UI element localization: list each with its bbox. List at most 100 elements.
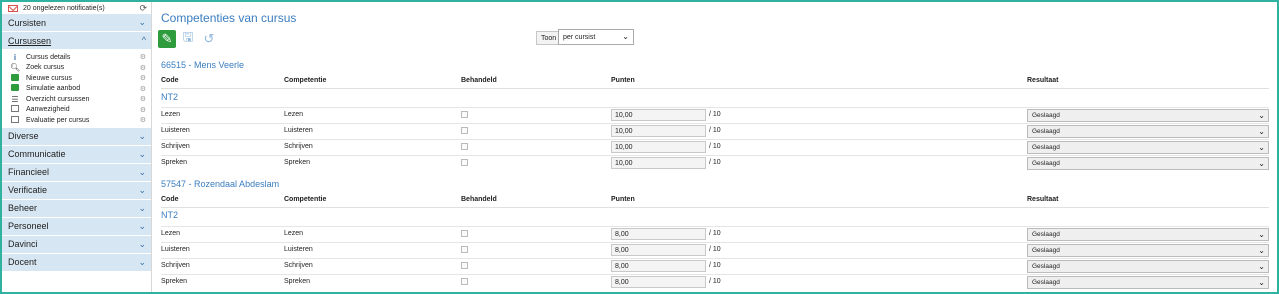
behandeld-checkbox[interactable] bbox=[461, 127, 468, 134]
behandeld-checkbox[interactable] bbox=[461, 111, 468, 118]
sidebar-item-label: Evaluatie per cursus bbox=[26, 116, 90, 124]
sidebar-item-label: Cursus details bbox=[26, 53, 71, 61]
sidebar-item-evaluatie-per-cursus[interactable]: Evaluatie per cursus ⚙ bbox=[2, 115, 151, 126]
sidebar-item-cursus-details[interactable]: i Cursus details ⚙ bbox=[2, 52, 151, 63]
punten-input[interactable]: 8,00 bbox=[611, 260, 706, 272]
gear-icon[interactable]: ⚙ bbox=[140, 53, 146, 61]
sidebar-item-overzicht-cursussen[interactable]: ☰ Overzicht cursussen ⚙ bbox=[2, 94, 151, 105]
grid-icon bbox=[10, 105, 20, 114]
behandeld-checkbox[interactable] bbox=[461, 262, 468, 269]
chevron-down-icon: ⌄ bbox=[1258, 127, 1265, 136]
chevron-down-icon: ⌄ bbox=[138, 130, 146, 141]
sidebar-section-cursussen[interactable]: Cursussen ^ bbox=[2, 32, 151, 50]
student-title[interactable]: 66515 - Mens Veerle bbox=[161, 60, 244, 70]
toon-select[interactable]: per cursist ⌄ bbox=[558, 29, 634, 45]
pencil-icon: ✎ bbox=[161, 31, 173, 46]
undo-button[interactable]: ↺ bbox=[200, 30, 218, 48]
punten-max: / 10 bbox=[709, 278, 721, 285]
punten-input[interactable]: 8,00 bbox=[611, 244, 706, 256]
punten-input[interactable]: 8,00 bbox=[611, 228, 706, 240]
header-code: Code bbox=[161, 196, 179, 203]
refresh-icon[interactable]: ⟳ bbox=[139, 3, 147, 14]
floppy-disk-icon: 🖫 bbox=[182, 29, 194, 44]
resultaat-select[interactable]: Geslaagd ⌄ bbox=[1027, 260, 1269, 273]
chevron-down-icon: ⌄ bbox=[138, 256, 146, 267]
header-punten: Punten bbox=[611, 77, 635, 84]
behandeld-checkbox[interactable] bbox=[461, 230, 468, 237]
cell-code: Spreken bbox=[161, 159, 188, 166]
punten-input[interactable]: 10,00 bbox=[611, 125, 706, 137]
gear-icon[interactable]: ⚙ bbox=[140, 106, 146, 114]
punten-input[interactable]: 10,00 bbox=[611, 109, 706, 121]
punten-input[interactable]: 10,00 bbox=[611, 141, 706, 153]
resultaat-select[interactable]: Geslaagd ⌄ bbox=[1027, 157, 1269, 170]
sidebar-item-label: Nieuwe cursus bbox=[26, 74, 72, 82]
save-button[interactable]: 🖫 bbox=[179, 29, 197, 48]
chevron-down-icon: ⌄ bbox=[138, 166, 146, 177]
resultaat-select[interactable]: Geslaagd ⌄ bbox=[1027, 276, 1269, 289]
cell-competentie: Spreken bbox=[284, 159, 311, 166]
sidebar-section-communicatie[interactable]: Communicatie ⌄ bbox=[2, 145, 151, 164]
mail-icon bbox=[8, 4, 18, 12]
resultaat-select[interactable]: Geslaagd ⌄ bbox=[1027, 141, 1269, 154]
sidebar-section-verificatie[interactable]: Verificatie ⌄ bbox=[2, 181, 151, 200]
behandeld-checkbox[interactable] bbox=[461, 159, 468, 166]
undo-icon: ↺ bbox=[203, 31, 215, 46]
edit-button[interactable]: ✎ bbox=[158, 30, 176, 48]
sidebar-section-label: Financieel bbox=[8, 167, 50, 177]
sidebar-item-zoek-cursus[interactable]: 🔍︎ Zoek cursus ⚙ bbox=[2, 63, 151, 74]
punten-max: / 10 bbox=[709, 262, 721, 269]
list-icon: ☰ bbox=[11, 94, 19, 104]
table-header: Code Competentie Behandeld Punten Result… bbox=[161, 77, 1269, 87]
punten-input[interactable]: 8,00 bbox=[611, 276, 706, 288]
cell-competentie: Lezen bbox=[284, 111, 304, 118]
punten-max: / 10 bbox=[709, 111, 721, 118]
behandeld-checkbox[interactable] bbox=[461, 246, 468, 253]
sidebar-section-label: Cursisten bbox=[8, 17, 47, 28]
gear-icon[interactable]: ⚙ bbox=[140, 85, 146, 93]
student-title[interactable]: 57547 - Rozendaal Abdeslam bbox=[161, 179, 279, 189]
resultaat-select[interactable]: Geslaagd ⌄ bbox=[1027, 244, 1269, 257]
notification-bar[interactable]: 20 ongelezen notificatie(s) ⟳ bbox=[2, 2, 151, 14]
sidebar-section-davinci[interactable]: Davinci ⌄ bbox=[2, 235, 151, 254]
sidebar-item-nieuwe-cursus[interactable]: Nieuwe cursus ⚙ bbox=[2, 73, 151, 84]
table-row: Schrijven Schrijven 10,00 / 10 Geslaagd ⌄ bbox=[161, 139, 1269, 154]
sidebar-section-label: Communicatie bbox=[8, 149, 66, 159]
sidebar-section-diverse[interactable]: Diverse ⌄ bbox=[2, 127, 151, 146]
behandeld-checkbox[interactable] bbox=[461, 278, 468, 285]
behandeld-checkbox[interactable] bbox=[461, 143, 468, 150]
course-code: NT2 bbox=[161, 92, 179, 102]
add-icon bbox=[10, 73, 20, 83]
sidebar-section-personeel[interactable]: Personeel ⌄ bbox=[2, 217, 151, 236]
cell-code: Lezen bbox=[161, 230, 181, 237]
page-title: Competenties van cursus bbox=[161, 11, 297, 25]
notification-text[interactable]: 20 ongelezen notificatie(s) bbox=[23, 5, 105, 12]
resultaat-select[interactable]: Geslaagd ⌄ bbox=[1027, 109, 1269, 122]
resultaat-select[interactable]: Geslaagd ⌄ bbox=[1027, 125, 1269, 138]
cell-code: Luisteren bbox=[161, 127, 190, 134]
cell-competentie: Schrijven bbox=[284, 143, 313, 150]
sidebar-item-aanwezigheid[interactable]: Aanwezigheid ⚙ bbox=[2, 105, 151, 116]
header-resultaat: Resultaat bbox=[1027, 196, 1059, 203]
gear-icon[interactable]: ⚙ bbox=[140, 95, 146, 103]
sidebar-item-simulatie-aanbod[interactable]: Simulatie aanbod ⚙ bbox=[2, 84, 151, 95]
resultaat-select[interactable]: Geslaagd ⌄ bbox=[1027, 228, 1269, 241]
cell-competentie: Lezen bbox=[284, 230, 304, 237]
sidebar-section-financieel[interactable]: Financieel ⌄ bbox=[2, 163, 151, 182]
toon-select-value: per cursist bbox=[563, 33, 596, 41]
gear-icon[interactable]: ⚙ bbox=[140, 64, 146, 72]
punten-max: / 10 bbox=[709, 230, 721, 237]
resultaat-value: Geslaagd bbox=[1032, 263, 1060, 270]
header-behandeld: Behandeld bbox=[461, 196, 497, 203]
chevron-down-icon: ⌄ bbox=[138, 148, 146, 159]
sidebar-section-label: Davinci bbox=[8, 239, 38, 249]
sidebar-section-cursisten[interactable]: Cursisten ⌄ bbox=[2, 14, 151, 32]
punten-input[interactable]: 10,00 bbox=[611, 157, 706, 169]
sidebar-section-docent[interactable]: Docent ⌄ bbox=[2, 253, 151, 272]
gear-icon[interactable]: ⚙ bbox=[140, 74, 146, 82]
grid-icon bbox=[10, 115, 20, 125]
gear-icon[interactable]: ⚙ bbox=[140, 116, 146, 124]
chevron-down-icon: ⌄ bbox=[1258, 159, 1265, 168]
cell-code: Spreken bbox=[161, 278, 188, 285]
sidebar-section-beheer[interactable]: Beheer ⌄ bbox=[2, 199, 151, 218]
